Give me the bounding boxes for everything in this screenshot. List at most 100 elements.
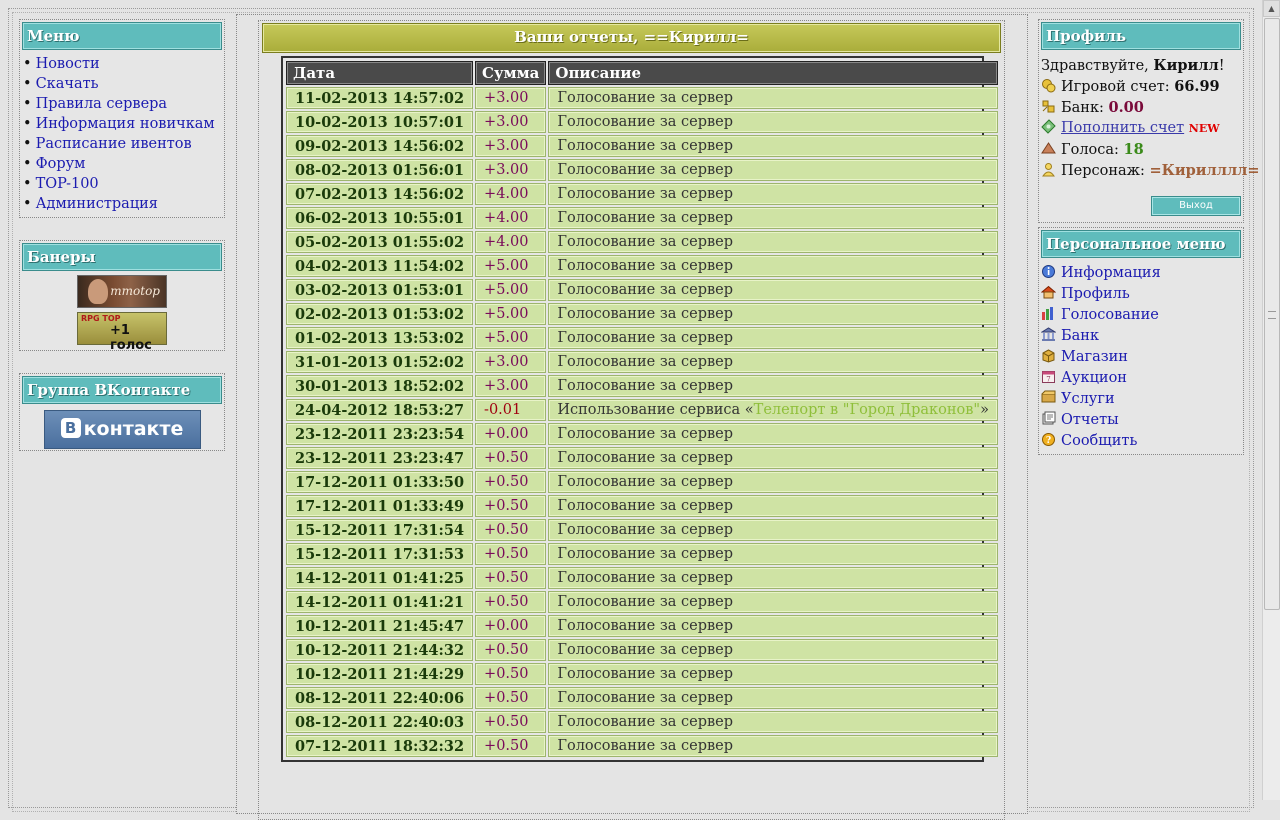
personal-menu-item[interactable]: Информация	[1041, 263, 1241, 284]
votes-line: Голоса: 18	[1041, 139, 1241, 160]
menu-link[interactable]: Расписание ивентов	[36, 136, 192, 152]
menu-item: • Правила сервера	[22, 94, 222, 114]
personal-menu-item[interactable]: Голосование	[1041, 305, 1241, 326]
bank-icon	[1041, 327, 1056, 341]
menu-item: • Администрация	[22, 194, 222, 214]
personal-menu-item[interactable]: Магазин	[1041, 347, 1241, 368]
vertical-scrollbar[interactable]: ▲	[1262, 0, 1280, 800]
description-text: Голосование за сервер	[557, 690, 733, 706]
row-date: 07-02-2013 14:56:02	[286, 183, 474, 205]
row-date: 10-12-2011 21:44:32	[286, 639, 474, 661]
table-row: 17-12-2011 01:33:50 +0.50 Голосование за с…	[286, 471, 998, 493]
character-line: Персонаж: =Кирилллл=	[1041, 160, 1260, 181]
scroll-thumb[interactable]	[1264, 18, 1280, 610]
greeting-end: !	[1218, 58, 1225, 74]
table-row: 30-01-2013 18:52:02 +3.00 Голосование за с…	[286, 375, 998, 397]
row-description: Голосование за сервер	[548, 351, 998, 373]
box-icon	[1042, 349, 1055, 363]
row-description: Голосование за сервер	[548, 207, 998, 229]
svg-text:?: ?	[1046, 436, 1051, 446]
bank-coins-icon	[1042, 100, 1055, 113]
description-text: Голосование за сервер	[557, 618, 733, 634]
personal-menu-item[interactable]: 7 Аукцион	[1041, 368, 1241, 389]
personal-menu-link[interactable]: Услуги	[1061, 391, 1115, 407]
row-date: 09-02-2013 14:56:02	[286, 135, 474, 157]
vk-logo-text: контакте	[83, 418, 184, 440]
bullet-icon: •	[23, 56, 32, 72]
personal-menu-item[interactable]: ? Сообщить	[1041, 431, 1241, 452]
personal-menu-item[interactable]: Банк	[1041, 326, 1241, 347]
menu-link[interactable]: Администрация	[36, 196, 158, 212]
calendar-icon: 7	[1042, 371, 1055, 384]
description-text: Голосование за сервер	[557, 330, 733, 346]
row-sum: -0.01	[475, 399, 547, 421]
banner-face-image	[88, 279, 108, 304]
bullet-icon: •	[23, 156, 32, 172]
bullet-icon: •	[23, 136, 32, 152]
greeting-line: Здравствуйте, Кирилл!	[1041, 55, 1241, 76]
personal-menu-item[interactable]: Профиль	[1041, 284, 1241, 305]
logout-button[interactable]: Выход	[1151, 196, 1241, 216]
service-link[interactable]: Телепорт в "Город Драконов"	[754, 402, 980, 418]
balance-value: 66.99	[1174, 78, 1220, 95]
row-date: 10-12-2011 21:44:29	[286, 663, 474, 685]
table-row: 10-12-2011 21:44:29 +0.50 Голосование за с…	[286, 663, 998, 685]
description-text: Голосование за сервер	[557, 306, 733, 322]
column-date: Дата	[286, 61, 474, 85]
row-sum: +5.00	[475, 303, 547, 325]
personal-menu-link[interactable]: Аукцион	[1061, 370, 1127, 386]
row-description: Голосование за сервер	[548, 711, 998, 733]
row-description: Голосование за сервер	[548, 159, 998, 181]
personal-menu-item[interactable]: Отчеты	[1041, 410, 1241, 431]
row-sum: +5.00	[475, 327, 547, 349]
personal-menu-link[interactable]: Отчеты	[1061, 412, 1119, 428]
personal-menu-title: Персональное меню	[1041, 230, 1241, 258]
description-text: Голосование за сервер	[557, 666, 733, 682]
row-sum: +0.50	[475, 735, 547, 757]
row-description: Голосование за сервер	[548, 447, 998, 469]
row-date: 07-12-2011 18:32:32	[286, 735, 474, 757]
table-row: 10-12-2011 21:45:47 +0.00 Голосование за с…	[286, 615, 998, 637]
personal-menu-link[interactable]: Голосование	[1061, 307, 1159, 323]
description-text: Голосование за сервер	[557, 210, 733, 226]
row-description: Голосование за сервер	[548, 639, 998, 661]
menu-item: • TOP-100	[22, 174, 222, 194]
personal-menu-link[interactable]: Профиль	[1061, 286, 1130, 302]
description-text: Голосование за сервер	[557, 522, 733, 538]
row-sum: +0.50	[475, 447, 547, 469]
row-description: Голосование за сервер	[548, 183, 998, 205]
row-date: 04-02-2013 11:54:02	[286, 255, 474, 277]
table-row: 23-12-2011 23:23:54 +0.00 Голосование за с…	[286, 423, 998, 445]
scroll-grip-icon	[1268, 311, 1276, 319]
menu-link[interactable]: Информация новичкам	[36, 116, 215, 132]
description-text: Голосование за сервер	[557, 570, 733, 586]
personal-menu-link[interactable]: Информация	[1061, 265, 1161, 281]
description-text: Голосование за сервер	[557, 90, 733, 106]
table-row: 03-02-2013 01:53:01 +5.00 Голосование за с…	[286, 279, 998, 301]
mmotop-banner[interactable]: mmotop	[77, 275, 167, 308]
personal-menu-item[interactable]: Услуги	[1041, 389, 1241, 410]
personal-menu-link[interactable]: Банк	[1061, 328, 1099, 344]
rpgtop-banner[interactable]: RPG TOP +1 голос	[77, 312, 167, 353]
vkontakte-button[interactable]: Вконтакте	[43, 410, 201, 449]
mmotop-banner-text: mmotop	[110, 284, 160, 298]
row-sum: +3.00	[475, 135, 547, 157]
table-row: 24-04-2012 18:53:27 -0.01 Использование се…	[286, 399, 998, 421]
menu-link[interactable]: Форум	[36, 156, 86, 172]
bank-label: Банк:	[1061, 100, 1104, 116]
menu-link[interactable]: Правила сервера	[36, 96, 168, 112]
topup-link[interactable]: Пополнить счет	[1061, 120, 1184, 136]
scroll-up-icon[interactable]: ▲	[1263, 0, 1280, 17]
row-date: 15-12-2011 17:31:53	[286, 543, 474, 565]
personal-menu-link[interactable]: Магазин	[1061, 349, 1128, 365]
menu-link[interactable]: TOP-100	[36, 176, 99, 192]
topup-line: Пополнить счет NEW	[1041, 118, 1241, 139]
menu-link[interactable]: Скачать	[36, 76, 99, 92]
description-end: »	[980, 402, 989, 418]
table-row: 08-12-2011 22:40:06 +0.50 Голосование за с…	[286, 687, 998, 709]
menu-link[interactable]: Новости	[36, 56, 100, 72]
row-sum: +5.00	[475, 255, 547, 277]
menu-item: • Скачать	[22, 74, 222, 94]
table-row: 14-12-2011 01:41:21 +0.50 Голосование за с…	[286, 591, 998, 613]
personal-menu-link[interactable]: Сообщить	[1061, 433, 1137, 449]
